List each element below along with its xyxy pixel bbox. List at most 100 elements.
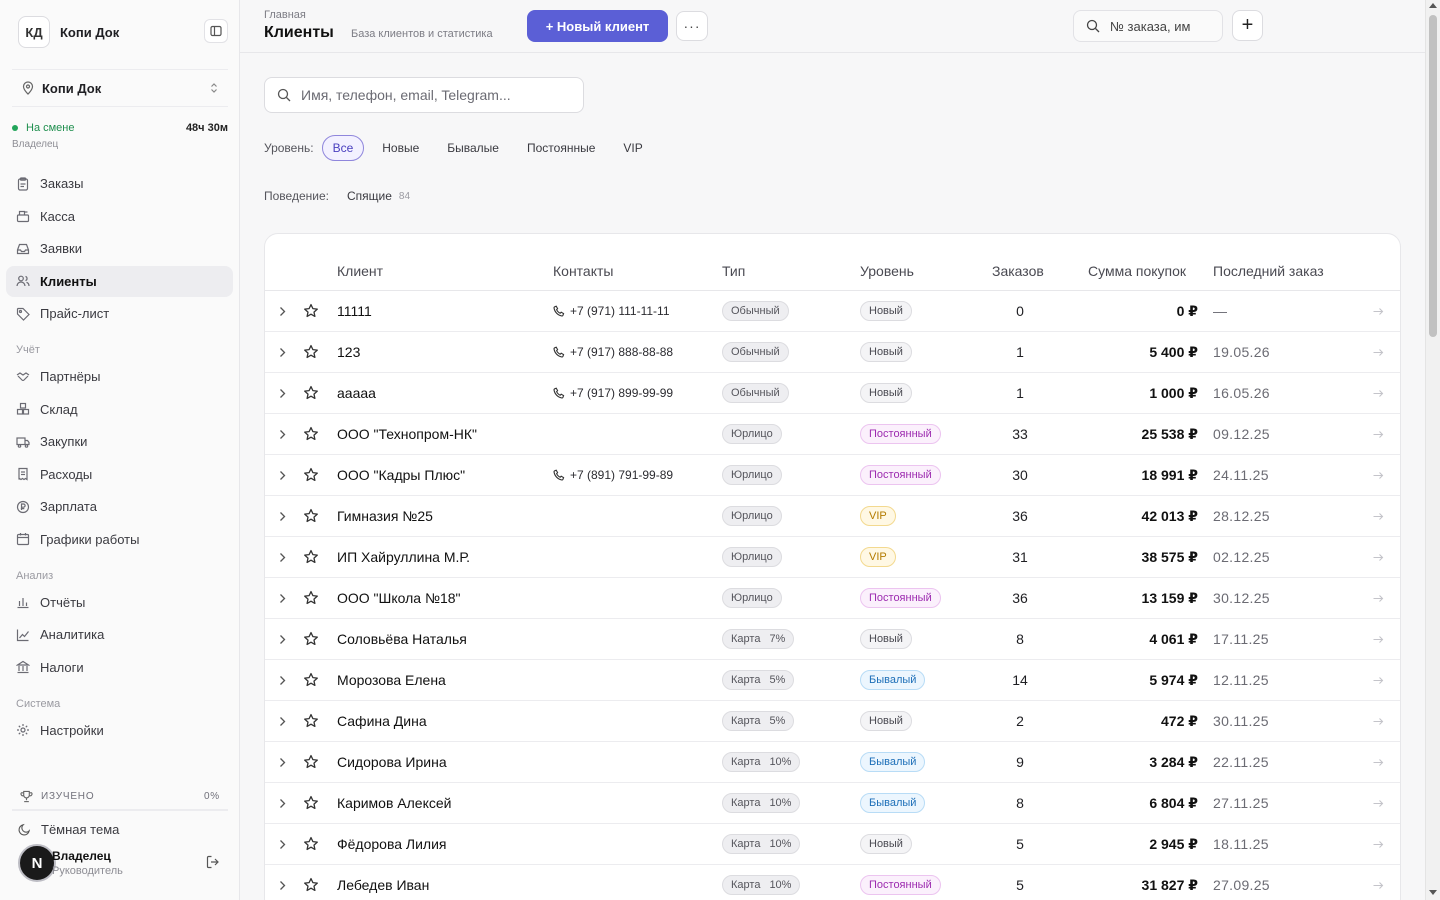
client-name[interactable]: 123 bbox=[337, 332, 360, 372]
client-name[interactable]: ООО "Технопром-НК" bbox=[337, 414, 477, 454]
table-row[interactable]: Морозова Елена Карта 5% Бывалый 14 5 974 ₽ 12.… bbox=[265, 660, 1400, 701]
sidebar-item-reports[interactable]: Отчёты bbox=[6, 587, 233, 618]
table-row[interactable]: Сафина Дина Карта 5% Новый 2 472 ₽ 30.11.25 bbox=[265, 701, 1400, 742]
client-name[interactable]: ООО "Школа №18" bbox=[337, 578, 461, 618]
client-name[interactable]: ааааа bbox=[337, 373, 376, 413]
open-client-button[interactable] bbox=[1373, 414, 1384, 454]
client-name[interactable]: 11111 bbox=[337, 291, 372, 331]
favorite-button[interactable] bbox=[303, 455, 319, 495]
sidebar-item-expenses[interactable]: Расходы bbox=[6, 459, 233, 490]
table-row[interactable]: ООО "Технопром-НК" Юрлицо Постоянный 33 25 5… bbox=[265, 414, 1400, 455]
scroll-down-arrow-icon[interactable] bbox=[1429, 890, 1437, 895]
breadcrumb[interactable]: Главная bbox=[264, 9, 306, 21]
column-contacts[interactable]: Контакты bbox=[553, 263, 613, 279]
expand-row-button[interactable] bbox=[279, 660, 291, 700]
more-actions-button[interactable]: ··· bbox=[676, 11, 708, 41]
client-name[interactable]: Сидорова Ирина bbox=[337, 742, 447, 782]
favorite-button[interactable] bbox=[303, 414, 319, 454]
favorite-button[interactable] bbox=[303, 332, 319, 372]
favorite-button[interactable] bbox=[303, 824, 319, 864]
table-row[interactable]: Сидорова Ирина Карта 10% Бывалый 9 3 284 ₽ 22.… bbox=[265, 742, 1400, 783]
logout-button[interactable] bbox=[206, 855, 220, 869]
table-row[interactable]: Соловьёва Наталья Карта 7% Новый 8 4 061 ₽ 17.… bbox=[265, 619, 1400, 660]
open-client-button[interactable] bbox=[1373, 824, 1384, 864]
client-name[interactable]: Соловьёва Наталья bbox=[337, 619, 467, 659]
client-name[interactable]: Лебедев Иван bbox=[337, 865, 429, 900]
column-total-spent[interactable]: Сумма покупок bbox=[1088, 263, 1186, 279]
table-row[interactable]: Каримов Алексей Карта 10% Бывалый 8 6 804 ₽ 27… bbox=[265, 783, 1400, 824]
expand-row-button[interactable] bbox=[279, 332, 291, 372]
sidebar-item-clients[interactable]: Клиенты bbox=[6, 265, 233, 297]
sidebar-item-schedules[interactable]: Графики работы bbox=[6, 524, 233, 555]
expand-row-button[interactable] bbox=[279, 414, 291, 454]
level-chip-vip[interactable]: VIP bbox=[613, 135, 652, 161]
table-row[interactable]: ИП Хайруллина М.Р. Юрлицо VIP 31 38 575 ₽ 02.… bbox=[265, 537, 1400, 578]
new-client-button[interactable]: + Новый клиент bbox=[527, 10, 668, 42]
table-row[interactable]: ООО "Кадры Плюс" +7 (891) 791-99-89 Юрлицо… bbox=[265, 455, 1400, 496]
client-name[interactable]: Гимназия №25 bbox=[337, 496, 433, 536]
open-client-button[interactable] bbox=[1373, 332, 1384, 372]
favorite-button[interactable] bbox=[303, 373, 319, 413]
open-client-button[interactable] bbox=[1373, 496, 1384, 536]
sidebar-item-purchases[interactable]: Закупки bbox=[6, 426, 233, 457]
open-client-button[interactable] bbox=[1373, 660, 1384, 700]
expand-row-button[interactable] bbox=[279, 701, 291, 741]
open-client-button[interactable] bbox=[1373, 865, 1384, 900]
open-client-button[interactable] bbox=[1373, 701, 1384, 741]
table-row[interactable]: Гимназия №25 Юрлицо VIP 36 42 013 ₽ 28.12.25 bbox=[265, 496, 1400, 537]
open-client-button[interactable] bbox=[1373, 373, 1384, 413]
favorite-button[interactable] bbox=[303, 660, 319, 700]
learning-progress[interactable]: ИЗУЧЕНО 0% bbox=[12, 785, 228, 807]
expand-row-button[interactable] bbox=[279, 373, 291, 413]
expand-row-button[interactable] bbox=[279, 742, 291, 782]
open-client-button[interactable] bbox=[1373, 783, 1384, 823]
level-chip-new[interactable]: Новые bbox=[372, 135, 429, 161]
order-search-input[interactable] bbox=[1110, 18, 1190, 34]
page-scrollbar[interactable] bbox=[1425, 0, 1440, 900]
contact-phone[interactable]: +7 (891) 791-99-89 bbox=[553, 455, 673, 495]
scroll-thumb[interactable] bbox=[1429, 15, 1437, 337]
table-row[interactable]: 11111 +7 (971) 111-11-11 Обычный Новый 0 0 ₽ — bbox=[265, 291, 1400, 332]
favorite-button[interactable] bbox=[303, 537, 319, 577]
expand-row-button[interactable] bbox=[279, 496, 291, 536]
sidebar-item-analytics[interactable]: Аналитика bbox=[6, 619, 233, 650]
table-row[interactable]: Лебедев Иван Карта 10% Постоянный 5 31 827 ₽ 2… bbox=[265, 865, 1400, 900]
workspace-selector[interactable]: Копи Док bbox=[12, 69, 228, 107]
contact-phone[interactable]: +7 (971) 111-11-11 bbox=[553, 291, 670, 331]
favorite-button[interactable] bbox=[303, 865, 319, 900]
sidebar-collapse-button[interactable] bbox=[204, 19, 228, 43]
column-last-order[interactable]: Последний заказ bbox=[1213, 263, 1324, 279]
favorite-button[interactable] bbox=[303, 291, 319, 331]
scroll-up-arrow-icon[interactable] bbox=[1429, 3, 1437, 8]
level-chip-returning[interactable]: Бывалые bbox=[437, 135, 509, 161]
expand-row-button[interactable] bbox=[279, 578, 291, 618]
favorite-button[interactable] bbox=[303, 783, 319, 823]
expand-row-button[interactable] bbox=[279, 783, 291, 823]
favorite-button[interactable] bbox=[303, 742, 319, 782]
client-name[interactable]: ИП Хайруллина М.Р. bbox=[337, 537, 470, 577]
favorite-button[interactable] bbox=[303, 701, 319, 741]
expand-row-button[interactable] bbox=[279, 824, 291, 864]
column-type[interactable]: Тип bbox=[722, 263, 745, 279]
client-search[interactable] bbox=[264, 77, 584, 113]
user-profile[interactable]: N Владелец Руководитель bbox=[18, 843, 228, 883]
expand-row-button[interactable] bbox=[279, 865, 291, 900]
table-row[interactable]: ООО "Школа №18" Юрлицо Постоянный 36 13 159 … bbox=[265, 578, 1400, 619]
contact-phone[interactable]: +7 (917) 888-88-88 bbox=[553, 332, 673, 372]
table-row[interactable]: ааааа +7 (917) 899-99-99 Обычный Новый 1 1 00… bbox=[265, 373, 1400, 414]
open-client-button[interactable] bbox=[1373, 619, 1384, 659]
expand-row-button[interactable] bbox=[279, 291, 291, 331]
order-search[interactable] bbox=[1073, 10, 1223, 42]
quick-add-button[interactable]: + bbox=[1232, 10, 1263, 41]
level-chip-all[interactable]: Все bbox=[321, 135, 365, 161]
open-client-button[interactable] bbox=[1373, 291, 1384, 331]
sidebar-item-orders[interactable]: Заказы bbox=[6, 168, 233, 199]
column-level[interactable]: Уровень bbox=[860, 263, 914, 279]
sidebar-item-warehouse[interactable]: Склад bbox=[6, 394, 233, 425]
expand-row-button[interactable] bbox=[279, 619, 291, 659]
sidebar-item-settings[interactable]: Настройки bbox=[6, 715, 233, 746]
client-name[interactable]: Каримов Алексей bbox=[337, 783, 451, 823]
column-orders[interactable]: Заказов bbox=[992, 263, 1044, 279]
client-name[interactable]: Морозова Елена bbox=[337, 660, 446, 700]
behavior-chip-sleeping[interactable]: Спящие 84 bbox=[337, 183, 420, 209]
